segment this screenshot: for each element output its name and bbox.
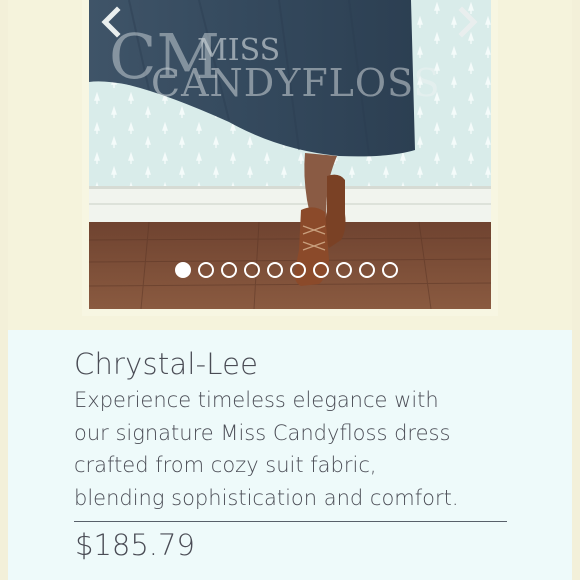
carousel-pagination bbox=[175, 262, 398, 278]
carousel-dot-7[interactable] bbox=[313, 262, 329, 278]
chevron-left-icon[interactable] bbox=[97, 6, 129, 38]
carousel-dot-4[interactable] bbox=[244, 262, 260, 278]
carousel-dot-10[interactable] bbox=[382, 262, 398, 278]
product-details: Chrystal-Lee Experience timeless eleganc… bbox=[74, 346, 514, 514]
product-price: $185.79 bbox=[75, 528, 195, 562]
carousel-dot-8[interactable] bbox=[336, 262, 352, 278]
frame-edge-left bbox=[0, 0, 8, 580]
carousel-dot-2[interactable] bbox=[198, 262, 214, 278]
product-description: Experience timeless elegance with our si… bbox=[74, 388, 459, 510]
carousel-dot-5[interactable] bbox=[267, 262, 283, 278]
carousel-dot-3[interactable] bbox=[221, 262, 237, 278]
divider bbox=[74, 521, 507, 522]
carousel-dot-6[interactable] bbox=[290, 262, 306, 278]
carousel-dot-1[interactable] bbox=[175, 262, 191, 278]
svg-text:CANDYFLOSS: CANDYFLOSS bbox=[151, 61, 440, 105]
frame-edge-right bbox=[572, 0, 580, 580]
carousel-dot-9[interactable] bbox=[359, 262, 375, 278]
product-title: Chrystal-Lee bbox=[74, 347, 259, 381]
chevron-right-icon[interactable] bbox=[452, 6, 484, 38]
